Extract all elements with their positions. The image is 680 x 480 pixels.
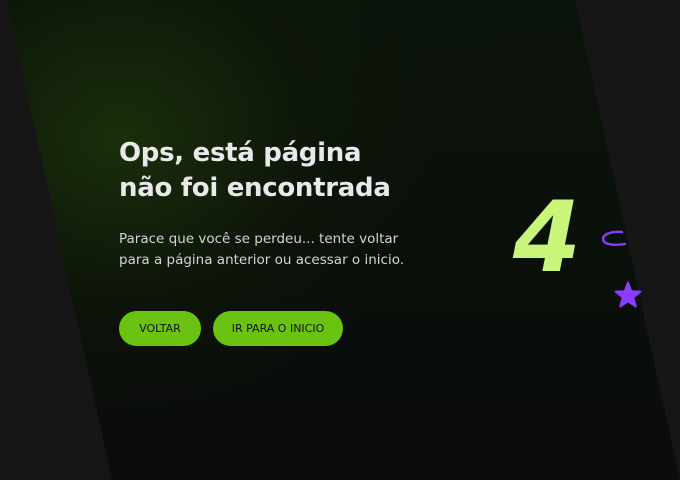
star-icon	[614, 281, 642, 308]
error-digit: 4	[512, 181, 582, 295]
page-description: Parace que você se perdeu... tente volta…	[119, 229, 439, 271]
go-home-button[interactable]: IR PARA O INICIO	[213, 311, 343, 346]
page-description-line-2: para a página anterior ou acessar o inic…	[119, 252, 405, 268]
page-description-line-1: Parace que você se perdeu... tente volta…	[119, 231, 399, 247]
page-title-line-2: não foi encontrada	[119, 173, 391, 203]
arc-icon	[601, 230, 627, 246]
page-title-line-1: Ops, está página	[119, 138, 362, 168]
back-button[interactable]: VOLTAR	[119, 311, 201, 346]
error-404-page: Ops, está página não foi encontrada Para…	[0, 0, 680, 480]
page-title: Ops, está página não foi encontrada	[119, 136, 439, 206]
